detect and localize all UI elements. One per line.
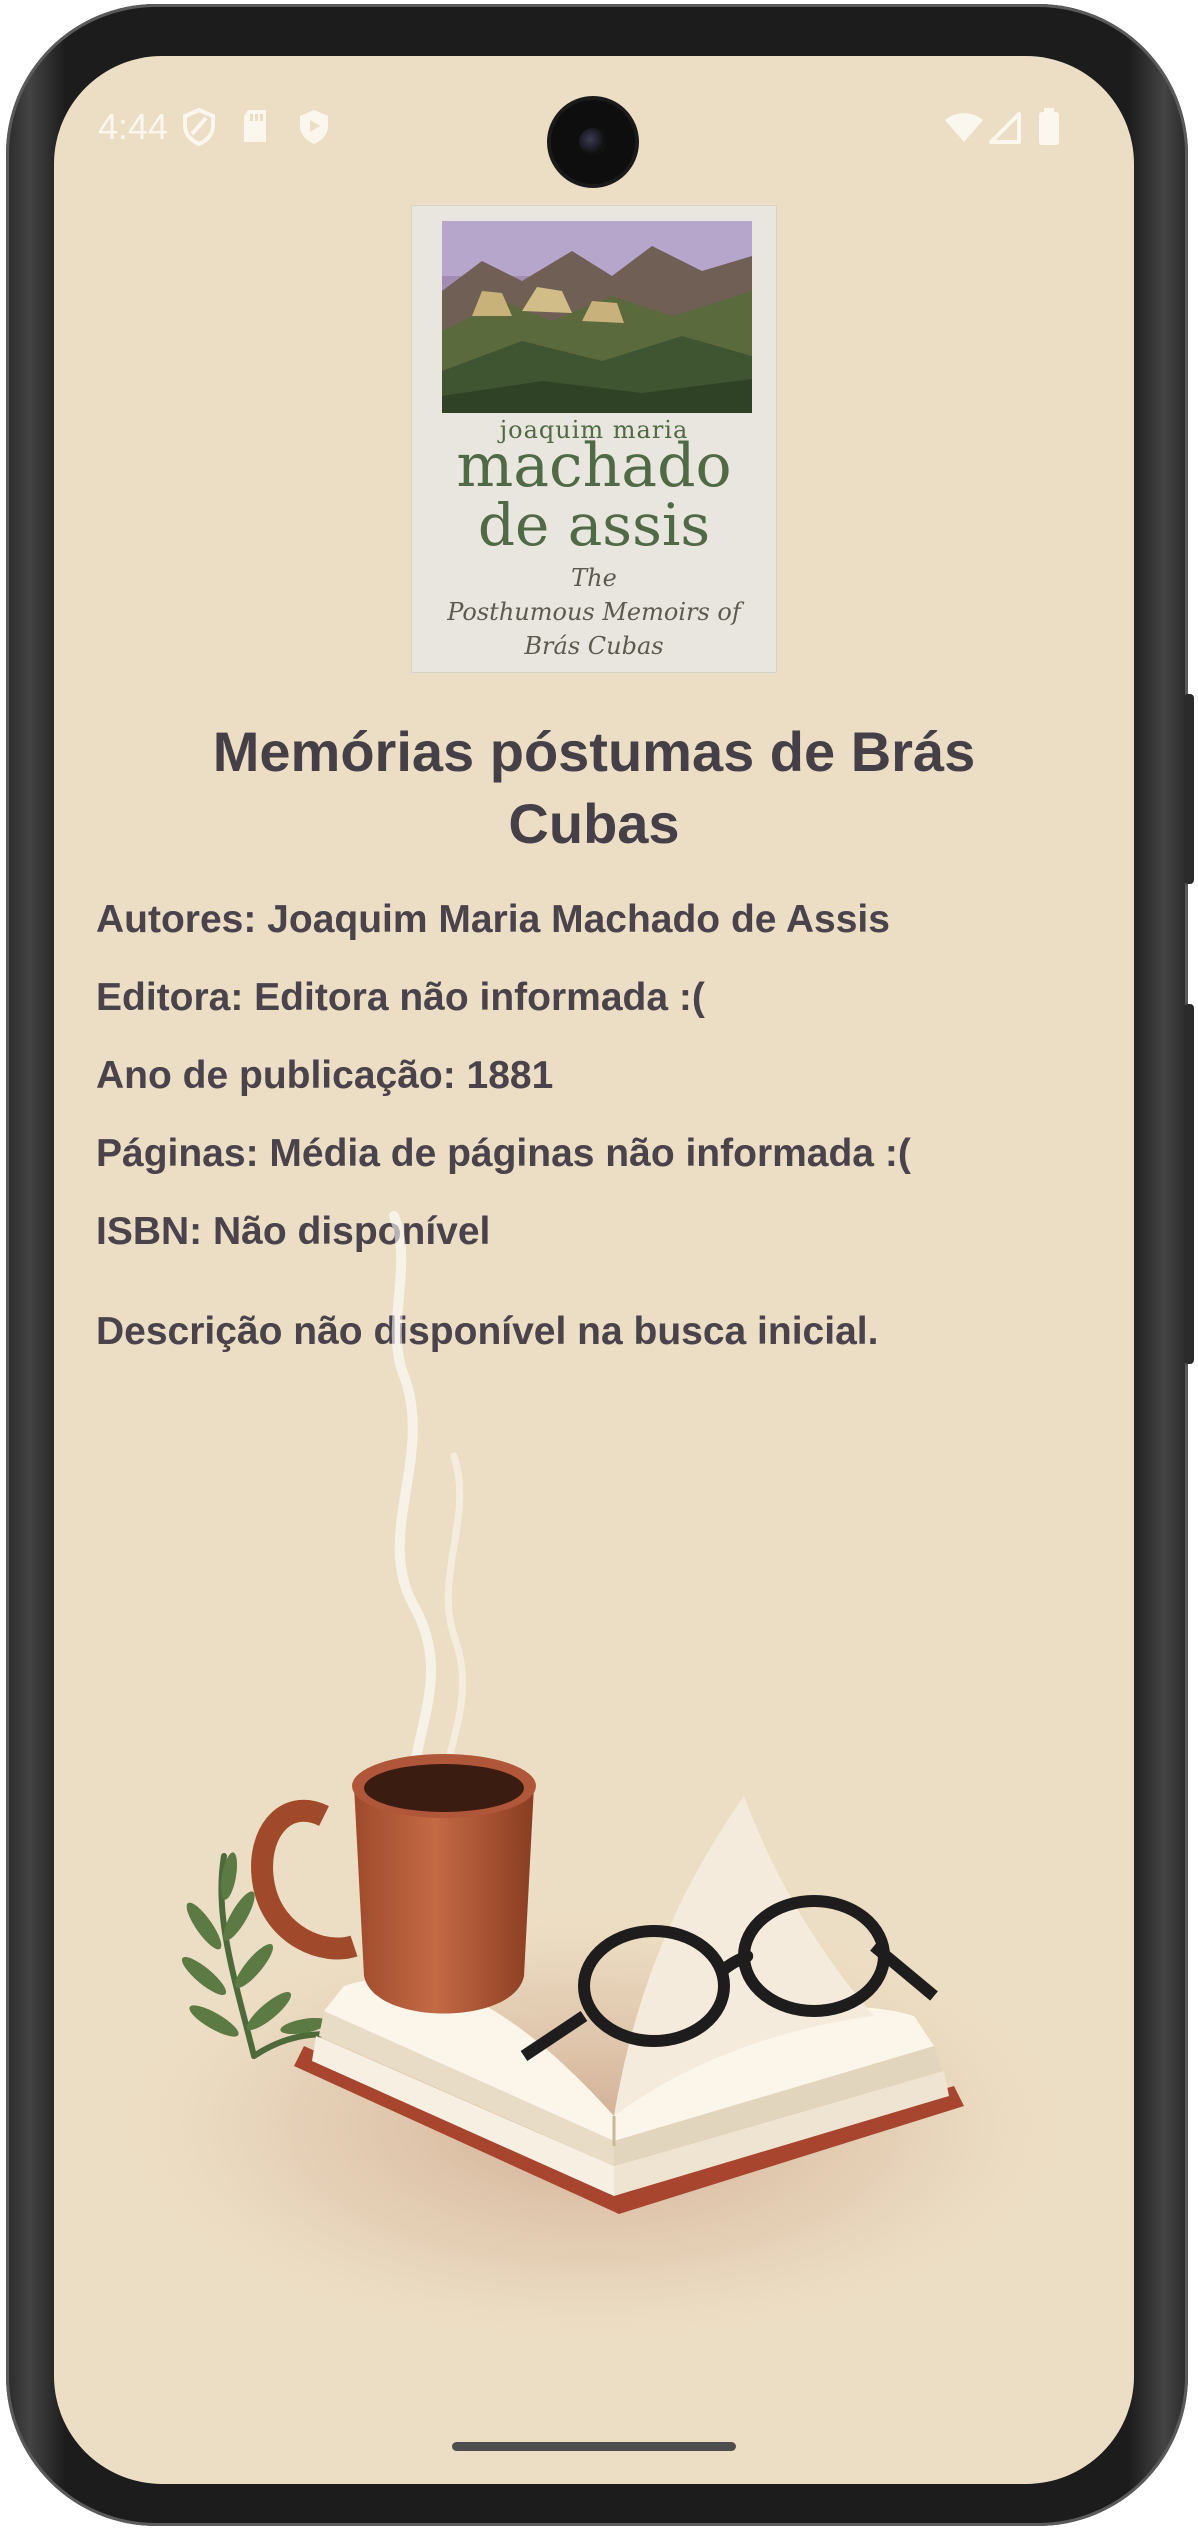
home-gesture-bar[interactable] [452,2442,736,2451]
status-bar: 4:44 [54,56,1134,206]
book-title: Memórias póstumas de Brás Cubas [212,720,976,855]
shield-icon [182,107,216,151]
cover-author-line1: machado [456,431,732,501]
book-authors: Autores: Joaquim Maria Machado de Assis [96,898,890,941]
cell-signal-icon [988,112,1022,149]
play-protect-icon [298,108,330,151]
coffee-book-glasses-illustration [94,1211,1094,2356]
book-year: Ano de publicação: 1881 [96,1054,554,1097]
sd-card-icon [240,108,270,149]
wifi-icon [944,112,984,149]
front-camera [551,100,635,184]
book-cover-image: joaquim maria machado de assis The Posth… [412,206,776,672]
power-button [1184,694,1194,884]
cover-landscape-art [442,221,752,413]
cover-author-line2: de assis [477,491,711,559]
cover-subtitle-line1: The [571,564,617,592]
volume-button [1184,1004,1194,1364]
battery-icon [1038,108,1060,151]
status-time: 4:44 [98,106,169,147]
app-screen: 4:44 joaquim maria machado de assis The … [54,56,1134,2484]
cover-subtitle-line3: Brás Cubas [524,632,664,660]
cover-subtitle-line2: Posthumous Memoirs of [447,598,741,626]
book-publisher: Editora: Editora não informada :( [96,976,705,1019]
